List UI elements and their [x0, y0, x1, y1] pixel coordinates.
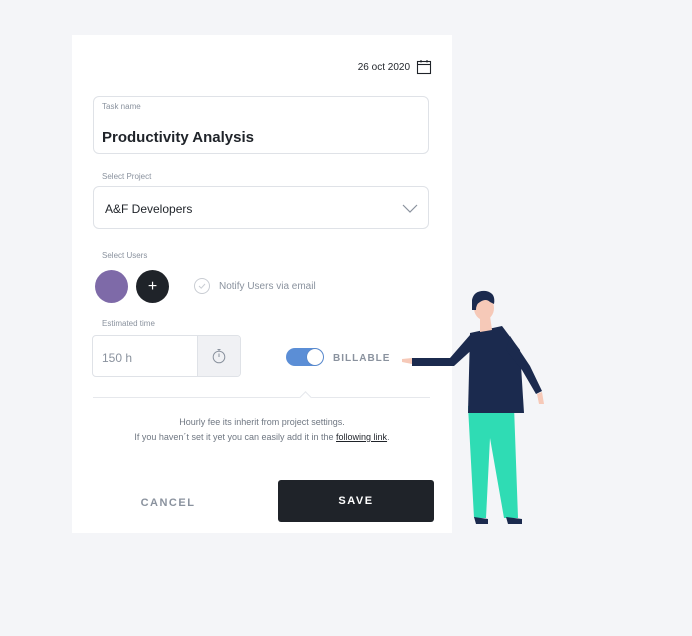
divider	[93, 397, 430, 398]
task-name-label: Task name	[102, 102, 141, 111]
cancel-button[interactable]: CANCEL	[121, 491, 215, 515]
person-illustration	[402, 290, 544, 524]
project-label: Select Project	[102, 172, 152, 181]
task-name-value[interactable]: Productivity Analysis	[102, 129, 254, 146]
stopwatch-icon	[212, 349, 226, 364]
project-value: A&F Developers	[105, 202, 193, 216]
toggle-knob	[307, 349, 323, 365]
user-avatar[interactable]	[95, 270, 128, 303]
estimated-time-value[interactable]: 150 h	[102, 351, 132, 365]
billable-label: BILLABLE	[333, 353, 391, 364]
following-link[interactable]: following link	[336, 432, 387, 442]
estimated-time-field[interactable]: 150 h	[92, 335, 241, 377]
task-name-field[interactable]: Task name Productivity Analysis	[93, 96, 429, 154]
date-text: 26 oct 2020	[357, 61, 410, 73]
users-label: Select Users	[102, 251, 148, 260]
hint-text-line1: Hourly fee its inherit from project sett…	[179, 417, 345, 427]
tooltip-notch	[299, 391, 312, 404]
hint-suffix: .	[387, 432, 390, 442]
date-picker[interactable]: 26 oct 2020	[358, 59, 432, 75]
time-label: Estimated time	[102, 319, 155, 328]
notify-checkbox[interactable]	[194, 278, 210, 294]
stopwatch-button[interactable]	[197, 336, 240, 376]
task-card: 26 oct 2020 Task name Productivity Analy…	[72, 35, 452, 533]
add-user-button[interactable]: +	[136, 270, 169, 303]
calendar-icon[interactable]	[416, 59, 432, 75]
chevron-down-icon[interactable]	[402, 202, 418, 214]
hint-text-line2: If you haven´t set it yet you can easily…	[72, 432, 452, 442]
project-select[interactable]: A&F Developers	[93, 186, 429, 229]
check-icon	[198, 283, 206, 289]
billable-toggle[interactable]	[286, 348, 324, 366]
notify-label: Notify Users via email	[219, 281, 316, 292]
hint-prefix: If you haven´t set it yet you can easily…	[134, 432, 337, 442]
